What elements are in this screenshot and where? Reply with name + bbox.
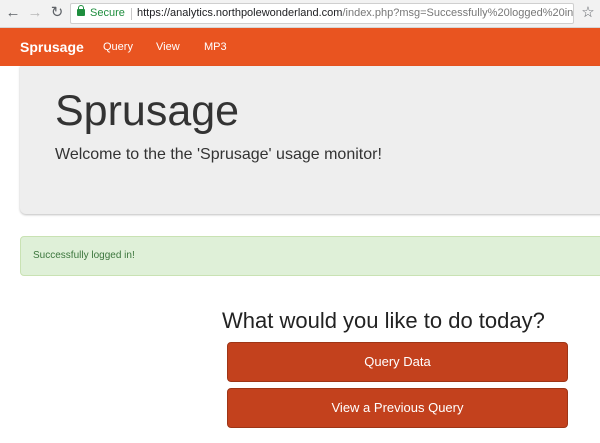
nav-link-mp3[interactable]: MP3 <box>204 28 227 66</box>
secure-label: Secure <box>90 7 125 19</box>
address-separator <box>131 8 132 20</box>
url-base: https://analytics.northpolewonderland.co… <box>137 7 343 19</box>
success-alert: Successfully logged in! <box>20 236 600 276</box>
view-previous-query-button[interactable]: View a Previous Query <box>227 388 568 428</box>
jumbotron: Sprusage Welcome to the the 'Sprusage' u… <box>20 66 600 214</box>
reload-icon[interactable]: ↻ <box>48 4 66 22</box>
nav-link-view[interactable]: View <box>156 28 180 66</box>
navbar-brand[interactable]: Sprusage <box>20 28 84 66</box>
bookmark-star-icon[interactable]: ☆ <box>579 4 597 22</box>
site-navbar: Sprusage Query View MP3 <box>0 28 600 66</box>
page-title: Sprusage <box>55 87 240 135</box>
action-prompt: What would you like to do today? <box>222 308 545 333</box>
url-path: /index.php?msg=Successfully%20logged%20i… <box>342 7 574 19</box>
address-bar[interactable]: Secure https://analytics.northpolewonder… <box>70 3 574 24</box>
browser-toolbar: ← → ↻ Secure https://analytics.northpole… <box>0 0 600 28</box>
url-text: https://analytics.northpolewonderland.co… <box>137 4 574 23</box>
lock-icon <box>77 5 85 16</box>
nav-link-query[interactable]: Query <box>103 28 133 66</box>
query-data-button[interactable]: Query Data <box>227 342 568 382</box>
back-icon[interactable]: ← <box>4 4 22 22</box>
welcome-text: Welcome to the the 'Sprusage' usage moni… <box>55 146 382 163</box>
alert-message: Successfully logged in! <box>33 250 135 261</box>
forward-icon[interactable]: → <box>26 4 44 22</box>
